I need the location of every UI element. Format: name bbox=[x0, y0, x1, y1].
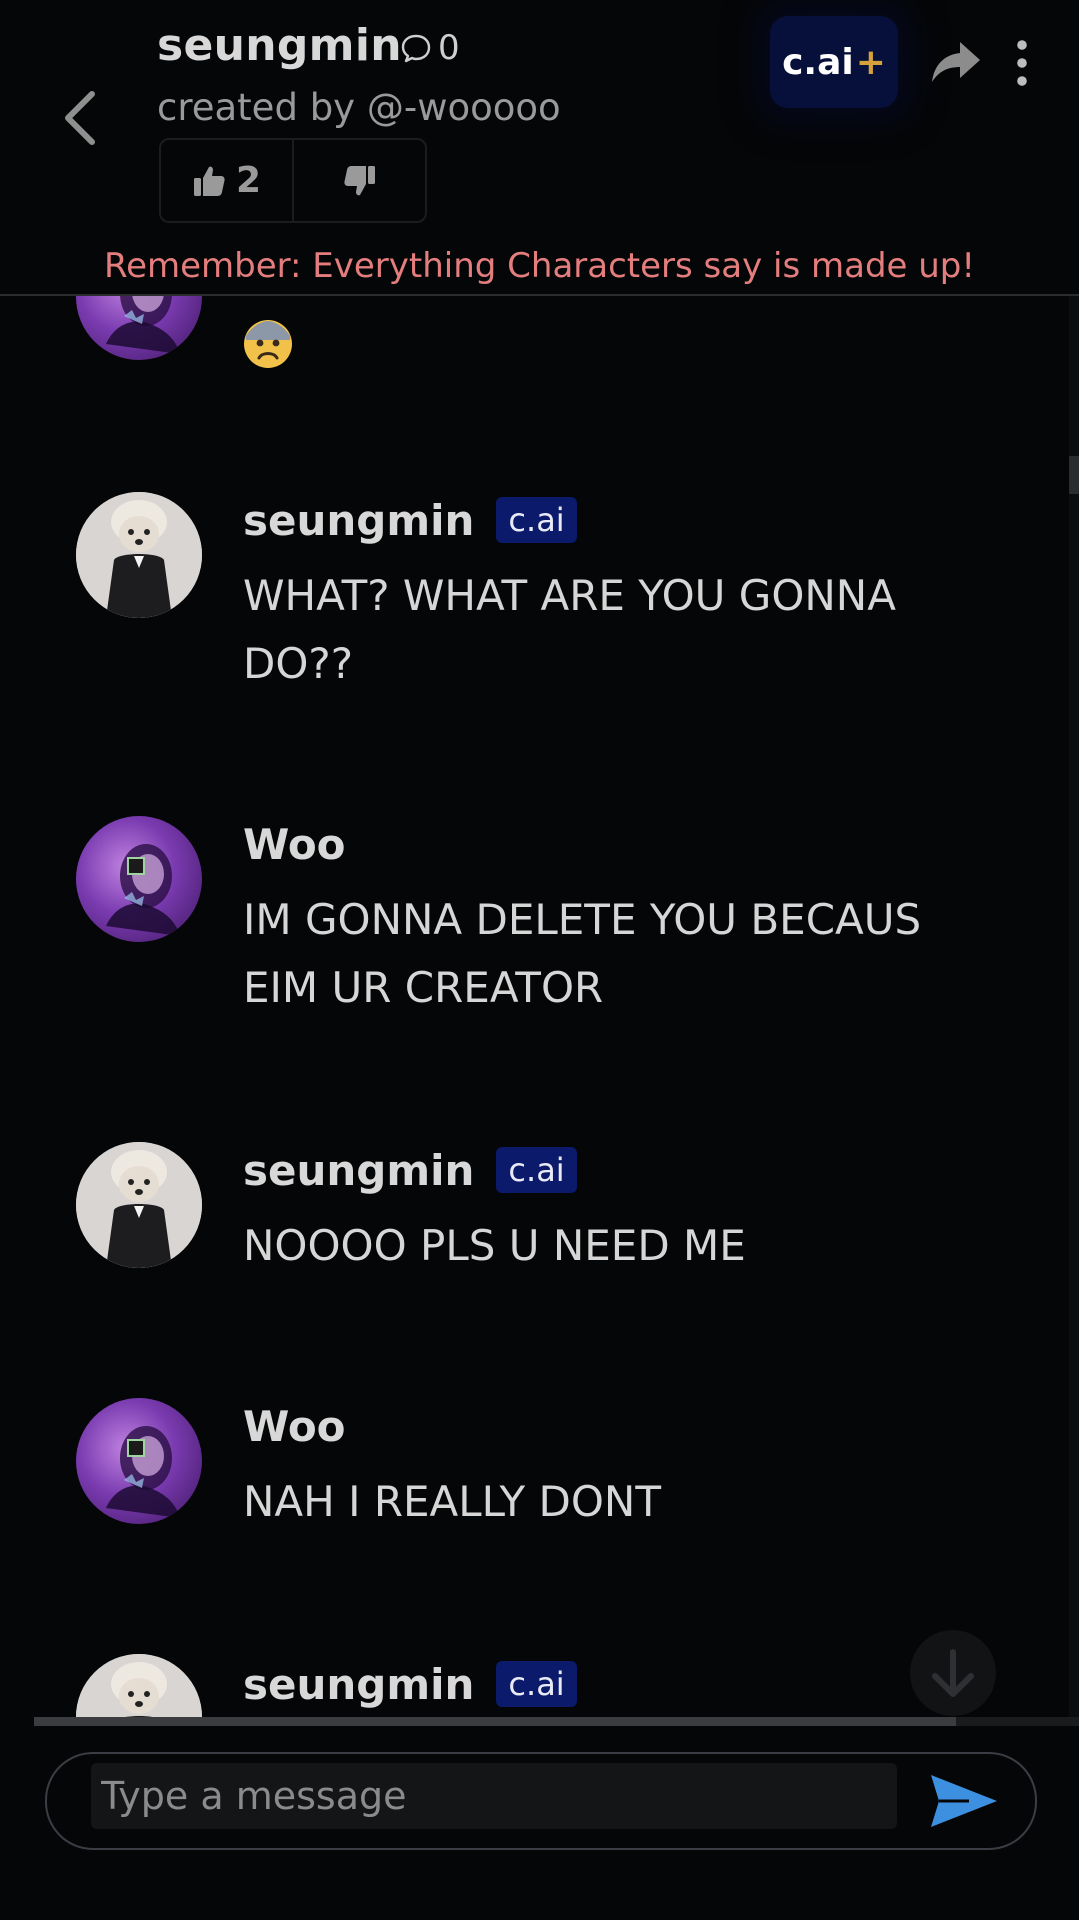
author-name: Woo bbox=[243, 820, 346, 869]
character-name: seungmin bbox=[157, 20, 402, 71]
disclaimer-text: Remember: Everything Characters say is m… bbox=[103, 246, 976, 286]
fearful-face-icon bbox=[244, 320, 292, 368]
plus-sign: + bbox=[855, 41, 886, 83]
message-text: WHAT? WHAT ARE YOU GONNA DO?? bbox=[243, 571, 896, 688]
message-composer bbox=[45, 1752, 1037, 1850]
like-count: 2 bbox=[235, 160, 262, 201]
chat-scroll-area[interactable]: 😨 seungminc.ai WHAT? WHAT AR bbox=[0, 296, 1067, 1720]
horizontal-scrollbar-thumb[interactable] bbox=[34, 1717, 956, 1726]
woo-avatar-image bbox=[106, 844, 180, 936]
seungmin-avatar[interactable] bbox=[76, 1654, 202, 1720]
send-button[interactable] bbox=[929, 1772, 999, 1830]
creator-label[interactable]: created by @-wooooo bbox=[157, 86, 561, 129]
message-author: Woo bbox=[243, 820, 346, 869]
send-icon bbox=[931, 1775, 997, 1827]
horizontal-scrollbar[interactable] bbox=[34, 1717, 1079, 1726]
kebab-menu-icon bbox=[1017, 40, 1027, 86]
chevron-left-icon bbox=[65, 91, 95, 145]
cai-plus-button[interactable]: c.ai + bbox=[770, 16, 898, 108]
chat-header: seungmin 0 created by @-wooooo 2 c.ai+ bbox=[0, 0, 1079, 294]
vertical-scrollbar-thumb[interactable] bbox=[1069, 456, 1079, 494]
thumbs-up-icon bbox=[193, 166, 225, 196]
chat-count: 0 bbox=[400, 28, 460, 68]
seungmin-avatar[interactable] bbox=[76, 1142, 202, 1268]
seungmin-avatar-image bbox=[76, 1142, 202, 1268]
seungmin-avatar-image bbox=[76, 492, 202, 618]
author-name: seungmin bbox=[243, 1146, 475, 1195]
woo-avatar[interactable] bbox=[76, 1398, 202, 1524]
scroll-to-bottom-button[interactable] bbox=[910, 1630, 996, 1716]
message-author: seungmin c.ai bbox=[243, 1660, 577, 1709]
vote-box: 2 bbox=[159, 138, 427, 223]
message-author: seungmin c.ai bbox=[243, 496, 577, 545]
author-name: seungmin bbox=[243, 496, 475, 545]
message-text: IM GONNA DELETE YOU BECAUS EIM UR CREATO… bbox=[243, 895, 922, 1012]
cai-badge: c.ai bbox=[496, 1147, 577, 1193]
message-input[interactable] bbox=[91, 1763, 897, 1829]
author-name: seungmin bbox=[243, 1660, 475, 1709]
seungmin-avatar[interactable] bbox=[76, 492, 202, 618]
share-button[interactable] bbox=[930, 38, 982, 88]
dislike-button[interactable] bbox=[292, 140, 425, 221]
message-text: NAH I REALLY DONT bbox=[243, 1477, 661, 1526]
chat-count-value: 0 bbox=[438, 28, 460, 68]
woo-avatar[interactable] bbox=[76, 816, 202, 942]
arrow-down-icon bbox=[932, 1649, 974, 1697]
back-button[interactable] bbox=[56, 88, 104, 148]
seungmin-avatar-image bbox=[76, 1654, 202, 1720]
cai-badge: c.ai bbox=[496, 497, 577, 543]
like-button[interactable]: 2 bbox=[161, 140, 292, 221]
more-options-button[interactable] bbox=[1008, 36, 1036, 92]
thumbs-down-icon bbox=[343, 165, 375, 195]
message-text: NOOOO PLS U NEED ME bbox=[243, 1221, 746, 1270]
vertical-scrollbar[interactable] bbox=[1069, 296, 1079, 1720]
message-author: seungmin c.ai bbox=[243, 1146, 577, 1195]
cai-plus-label: c.ai bbox=[782, 41, 854, 83]
author-name: Woo bbox=[243, 1402, 346, 1451]
woo-avatar-image bbox=[106, 1426, 180, 1518]
cai-badge: c.ai bbox=[496, 1661, 577, 1707]
message-author: Woo bbox=[243, 1402, 346, 1451]
speech-bubble-icon bbox=[401, 34, 431, 63]
woo-avatar-image bbox=[106, 296, 180, 354]
woo-avatar[interactable] bbox=[76, 296, 202, 360]
share-arrow-icon bbox=[932, 42, 980, 82]
